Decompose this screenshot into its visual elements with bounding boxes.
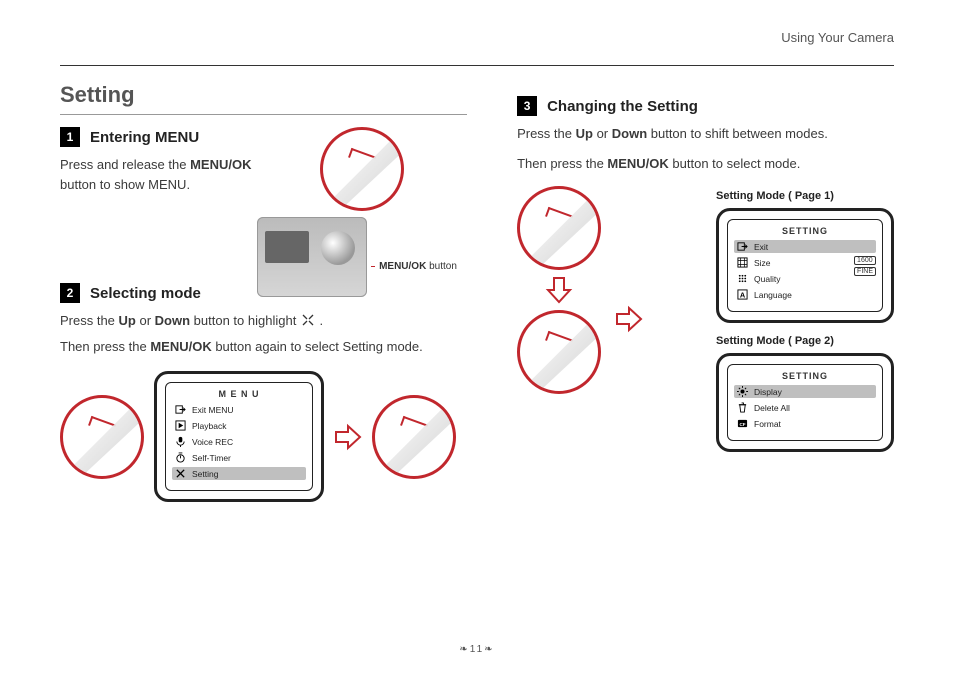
setting-screen-page2: SETTING Display Delete All CF Format xyxy=(716,353,894,452)
cf-icon: CF xyxy=(737,418,748,429)
side-codes: 1600 FINE xyxy=(854,256,876,276)
step-number-badge: 1 xyxy=(60,127,80,147)
pointer-line xyxy=(371,266,375,267)
arrow-right-icon xyxy=(615,305,643,333)
header-section-label: Using Your Camera xyxy=(60,30,894,45)
menu-item-label: Voice REC xyxy=(192,437,233,447)
step3-illustration-column xyxy=(517,186,601,394)
menu-item-label: Self-Timer xyxy=(192,453,231,463)
step-heading-text: Changing the Setting xyxy=(547,98,698,115)
svg-text:A: A xyxy=(740,291,746,300)
step-heading-text: Selecting mode xyxy=(90,285,201,302)
trash-icon xyxy=(737,402,748,413)
menu-item-label: Exit xyxy=(754,242,768,252)
play-icon xyxy=(175,420,186,431)
menu-item: Display xyxy=(734,385,876,398)
step-number-badge: 3 xyxy=(517,96,537,116)
divider xyxy=(60,65,894,66)
setting-screen-title: SETTING xyxy=(734,371,876,381)
step-3-heading: 3 Changing the Setting xyxy=(517,96,894,116)
step-heading-text: Entering MENU xyxy=(90,129,199,146)
menu-item-label: Quality xyxy=(754,274,780,284)
step-number-badge: 2 xyxy=(60,283,80,303)
timer-icon xyxy=(175,452,186,463)
menu-item: Exit MENU xyxy=(172,403,306,416)
arrow-down-icon xyxy=(545,276,573,304)
exit-icon xyxy=(175,404,186,415)
menu-item-label: Language xyxy=(754,290,792,300)
menu-item-label: Delete All xyxy=(754,403,790,413)
exit-icon xyxy=(737,241,748,252)
menu-item-label: Setting xyxy=(192,469,218,479)
tools-icon xyxy=(300,312,316,328)
step-3-body-1: Press the Up or Down button to shift bet… xyxy=(517,124,894,144)
section-title: Setting xyxy=(60,82,467,115)
menu-item: A Language xyxy=(734,288,876,301)
setting-page1-caption: Setting Mode ( Page 1) xyxy=(716,190,894,202)
menu-item: Exit xyxy=(734,240,876,253)
button-closeup-illustration xyxy=(517,186,601,270)
A-icon: A xyxy=(737,289,748,300)
menu-item: Voice REC xyxy=(172,435,306,448)
menu-item: CF Format xyxy=(734,417,876,430)
button-closeup-illustration xyxy=(60,395,144,479)
menu-item: Self-Timer xyxy=(172,451,306,464)
svg-text:CF: CF xyxy=(739,422,745,427)
dots-icon xyxy=(737,273,748,284)
page-number: ❧11❧ xyxy=(0,644,954,655)
menu-item-label: Playback xyxy=(192,421,227,431)
menu-item-label: Display xyxy=(754,387,782,397)
arrow-right-icon xyxy=(334,423,362,451)
setting-screen-page1: SETTING Exit Size Quality A Language 1600 FI… xyxy=(716,208,894,323)
menu-item-label: Size xyxy=(754,258,771,268)
menu-item-label: Exit MENU xyxy=(192,405,234,415)
button-closeup-illustration xyxy=(372,395,456,479)
camera-illustration xyxy=(257,217,367,297)
menu-screen: M E N U Exit MENU Playback Voice REC Self-T… xyxy=(154,371,324,502)
setting-screen-title: SETTING xyxy=(734,226,876,236)
step1-illustration: MENU/OK button xyxy=(257,127,467,297)
menu-item: Setting xyxy=(172,467,306,480)
menu-ok-button-label: MENU/OK button xyxy=(379,261,457,272)
grid-icon xyxy=(737,257,748,268)
menu-item: Delete All xyxy=(734,401,876,414)
button-closeup-illustration xyxy=(320,127,404,211)
bright-icon xyxy=(737,386,748,397)
menu-item: Playback xyxy=(172,419,306,432)
button-closeup-illustration xyxy=(517,310,601,394)
setting-page2-caption: Setting Mode ( Page 2) xyxy=(716,335,894,347)
mic-icon xyxy=(175,436,186,447)
step-2-body-1: Press the Up or Down button to highlight… xyxy=(60,311,467,331)
step-1-body: Press and release the MENU/OK button to … xyxy=(60,155,270,195)
menu-item-label: Format xyxy=(754,419,781,429)
tools-icon xyxy=(175,468,186,479)
step2-illustration-row: M E N U Exit MENU Playback Voice REC Self-T… xyxy=(60,371,467,502)
step-3-body-2: Then press the MENU/OK button to select … xyxy=(517,154,894,174)
step-2-body-2: Then press the MENU/OK button again to s… xyxy=(60,337,467,357)
menu-screen-title: M E N U xyxy=(172,389,306,399)
